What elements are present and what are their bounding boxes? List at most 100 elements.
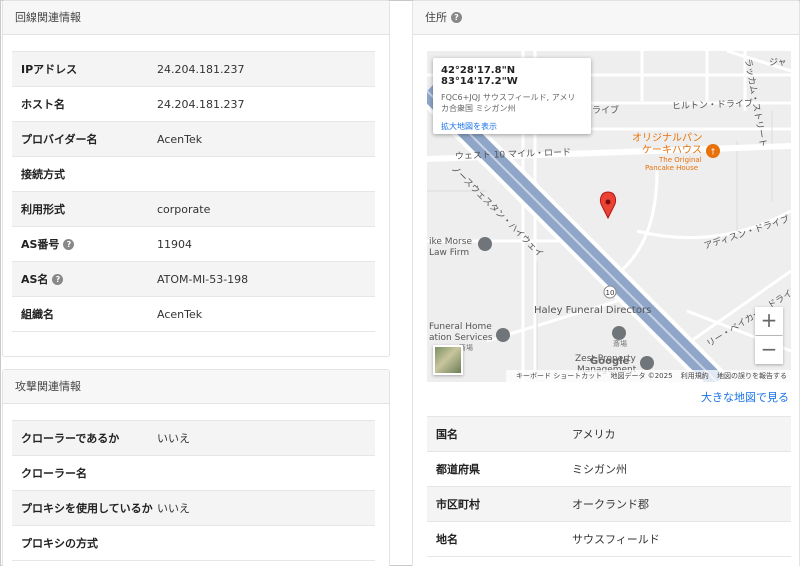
view-larger-map-link[interactable]: 拡大地図を表示 (441, 121, 583, 132)
line-info-table: IPアドレス 24.204.181.237 ホスト名 24.204.181.237 プロ… (12, 51, 375, 332)
route-shield-label: 10 (606, 289, 615, 297)
address-title-bar: 住所 ? (413, 1, 799, 35)
address-value: アメリカ (572, 428, 616, 441)
line-info-label-text: AS名 (21, 273, 49, 286)
attack-info-label: クローラーであるか (12, 430, 157, 446)
line-info-label-text: 接続方式 (21, 168, 65, 181)
address-value: ミシガン州 (572, 463, 627, 476)
attack-info-label-text: プロキシを使用しているか (21, 502, 153, 515)
line-info-label: 利用形式 (12, 201, 157, 217)
zoom-in-button[interactable]: + (755, 307, 783, 335)
address-row: 国名 アメリカ (427, 417, 791, 452)
google-map[interactable]: 10 ウェスト 10 マイル・ロード ヒルトン・ドライブ ライブ ノースウェスタ… (427, 51, 791, 382)
attack-info-label-text: クローラー名 (21, 467, 87, 480)
line-info-label-text: 組織名 (21, 308, 54, 321)
keyboard-shortcuts-link[interactable]: キーボード ショートカット (516, 372, 602, 380)
map-poi-label-mm1: ike Morse (429, 237, 472, 247)
line-info-row: AS番号? 11904 (12, 227, 375, 262)
map-type-toggle[interactable] (433, 345, 463, 375)
google-logo: Google (590, 356, 630, 367)
line-info-row: AS名? ATOM-MI-53-198 (12, 262, 375, 297)
line-info-title: 回線関連情報 (3, 1, 389, 35)
line-info-label: AS番号? (12, 236, 157, 252)
address-label-text: 国名 (436, 428, 458, 441)
address-label: 国名 (427, 426, 572, 442)
line-info-value: AcenTek (157, 307, 203, 321)
info-address: FQC6+JQJ サウスフィールド, アメリカ合衆国 ミシガン州 (441, 93, 576, 113)
address-label-text: 地名 (436, 533, 458, 546)
line-info-label: 接続方式 (12, 166, 157, 182)
svg-text:†: † (711, 147, 715, 156)
line-info-row: ホスト名 24.204.181.237 (12, 87, 375, 122)
map-attribution: キーボード ショートカット 地図データ ©2025 利用規約 地図の誤りを報告す… (506, 370, 791, 382)
map-poi-label-fh1: Funeral Home (429, 322, 492, 332)
address-label: 市区町村 (427, 496, 572, 512)
line-info-value: AcenTek (157, 132, 203, 146)
line-info-row: 接続方式 (12, 157, 375, 192)
line-info-label-text: ホスト名 (21, 98, 65, 111)
line-info-value: corporate (157, 202, 211, 216)
poi-pancake-jp-1: オリジナルパン (632, 132, 703, 144)
map-poi-label-mm2: Law Firm (429, 248, 469, 258)
line-info-value: 24.204.181.237 (157, 97, 245, 111)
line-info-label-text: AS番号 (21, 238, 60, 251)
address-label-text: 市区町村 (436, 498, 480, 511)
attack-info-label-text: クローラーであるか (21, 432, 120, 445)
attack-info-table: クローラーであるか いいえ クローラー名 プロキシを使用しているか いいえ プロキシの方式 (12, 420, 375, 561)
label-top-right: ジャ (769, 58, 787, 68)
zoom-out-button[interactable]: − (755, 336, 783, 364)
attack-info-label: プロキシの方式 (12, 535, 157, 551)
attack-info-value: いいえ (157, 502, 190, 515)
map-data-credit: 地図データ ©2025 (610, 372, 673, 380)
line-info-row: IPアドレス 24.204.181.237 (12, 52, 375, 87)
line-info-row: 利用形式 corporate (12, 192, 375, 227)
poi-pancake-en-1: The Original (658, 156, 702, 164)
line-info-label-text: プロバイダー名 (21, 133, 98, 146)
attack-info-value: いいえ (157, 432, 190, 445)
attack-info-row: プロキシを使用しているか いいえ (12, 491, 375, 526)
attack-info-title: 攻撃関連情報 (3, 370, 389, 404)
larger-map-link[interactable]: 大きな地図で見る (701, 389, 789, 405)
poi-pancake-jp-2: ケーキハウス (642, 144, 702, 156)
poi-haley-sub: 斎場 (613, 339, 627, 348)
line-info-value: 24.204.181.237 (157, 62, 245, 76)
attack-info-label: プロキシを使用しているか (12, 500, 157, 516)
attack-info-row: クローラーであるか いいえ (12, 421, 375, 456)
line-info-label: 組織名 (12, 306, 157, 322)
line-info-label: プロバイダー名 (12, 131, 157, 147)
poi-haley-label: Haley Funeral Directors (534, 305, 651, 316)
line-info-label-text: 利用形式 (21, 203, 65, 216)
address-value: サウスフィールド (572, 533, 660, 546)
address-title: 住所 (425, 10, 447, 24)
line-info-label: IPアドレス (12, 61, 157, 77)
label-drive-partial: ライブ (592, 104, 619, 116)
address-row: 市区町村 オークランド郡 (427, 487, 791, 522)
address-value: オークランド郡 (572, 498, 649, 511)
line-info-value: ATOM-MI-53-198 (157, 272, 249, 286)
line-info-row: プロバイダー名 AcenTek (12, 122, 375, 157)
address-row: 地名 サウスフィールド (427, 522, 791, 557)
terms-link[interactable]: 利用規約 (681, 372, 709, 380)
address-label: 地名 (427, 531, 572, 547)
map-poi-label-fh2: ation Services (429, 333, 493, 343)
attack-info-label-text: プロキシの方式 (21, 537, 98, 550)
attack-info-label: クローラー名 (12, 465, 157, 481)
info-coordinates: 42°28'17.8"N 83°14'17.2"W (441, 65, 518, 87)
line-info-label: ホスト名 (12, 96, 157, 112)
report-error-link[interactable]: 地図の誤りを報告する (717, 372, 787, 380)
attack-info-row: クローラー名 (12, 456, 375, 491)
attack-info-row: プロキシの方式 (12, 526, 375, 561)
line-info-label: AS名? (12, 271, 157, 287)
address-row: 都道府県 ミシガン州 (427, 452, 791, 487)
poi-pancake-en-2: Pancake House (645, 164, 698, 172)
address-label-text: 都道府県 (436, 463, 480, 476)
help-icon[interactable]: ? (451, 12, 462, 23)
map-info-window: 42°28'17.8"N 83°14'17.2"W FQC6+JQJ サウスフィ… (433, 58, 591, 134)
address-label: 都道府県 (427, 461, 572, 477)
line-info-value: 11904 (157, 237, 192, 251)
help-icon[interactable]: ? (52, 273, 64, 285)
address-table: 国名 アメリカ都道府県 ミシガン州市区町村 オークランド郡地名 サウスフィールド (427, 416, 791, 557)
help-icon[interactable]: ? (63, 238, 75, 250)
line-info-row: 組織名 AcenTek (12, 297, 375, 332)
line-info-label-text: IPアドレス (21, 63, 78, 76)
